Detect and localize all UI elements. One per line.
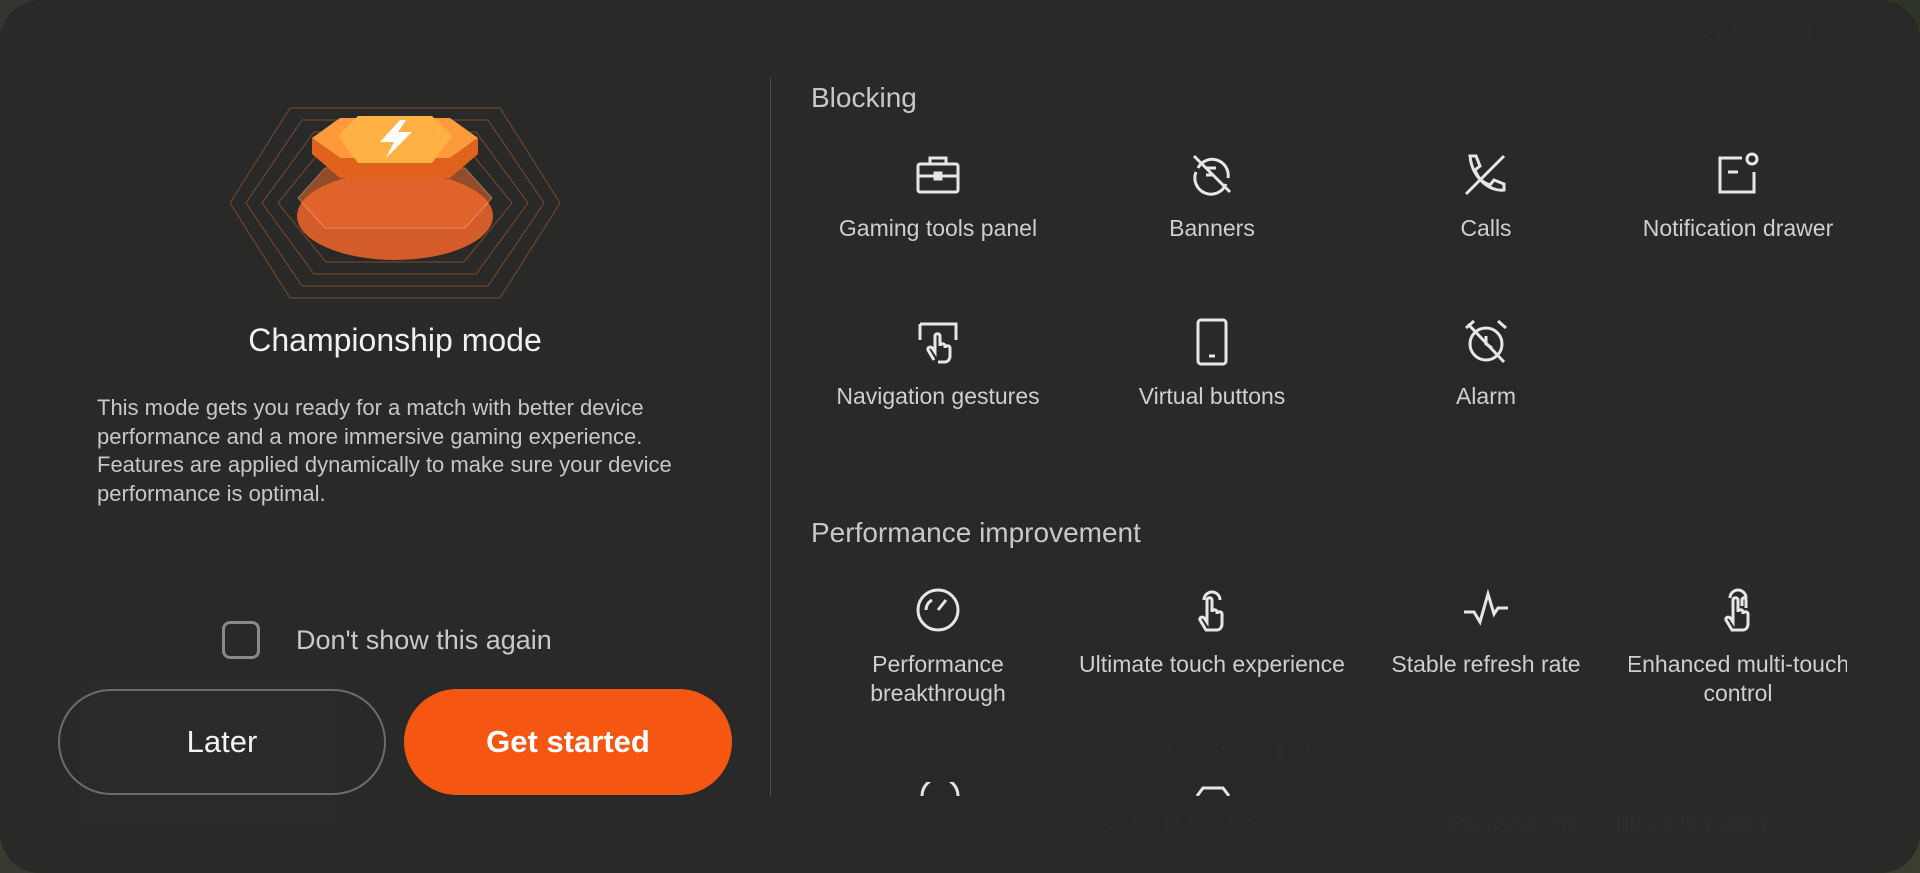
- notification-drawer-icon: [1718, 152, 1759, 194]
- blocking-notification-drawer: Notification drawer: [1603, 148, 1873, 243]
- performance-multi-touch: Enhanced multi-touch control: [1629, 584, 1847, 708]
- feature-label: Performance breakthrough: [870, 651, 1006, 706]
- gesture-icon: [918, 322, 958, 364]
- feature-label: Calls: [1460, 215, 1512, 241]
- banner-off-icon: [1192, 154, 1232, 196]
- feature-label: Navigation gestures: [836, 383, 1040, 409]
- blocking-navigation-gestures: Navigation gestures: [803, 316, 1073, 411]
- feature-label: Alarm: [1455, 383, 1517, 409]
- blocking-virtual-buttons: Virtual buttons: [1077, 316, 1347, 411]
- speedometer-icon: [916, 588, 960, 632]
- get-started-button[interactable]: Get started: [404, 689, 732, 795]
- multi-touch-icon: [1724, 588, 1750, 632]
- briefcase-icon: [1195, 786, 1231, 796]
- performance-stable-refresh: Stable refresh rate: [1351, 584, 1621, 679]
- dialog-description: This mode gets you ready for a match wit…: [97, 395, 672, 506]
- blocking-alarm: Alarm: [1351, 316, 1621, 411]
- briefcase-icon: [916, 156, 960, 194]
- speedometer-icon: [920, 782, 960, 796]
- feature-label: Virtual buttons: [1138, 383, 1286, 409]
- panel-divider: [770, 78, 771, 796]
- dialog-title: Championship mode: [248, 322, 542, 358]
- dont-show-again-checkbox[interactable]: [222, 621, 260, 659]
- blocking-section-title: Blocking: [811, 82, 917, 113]
- performance-ultimate-touch: Ultimate touch experience: [1077, 584, 1347, 679]
- blocking-calls: Calls: [1351, 148, 1621, 243]
- intro-panel: Championship mode This mode gets you rea…: [0, 0, 770, 873]
- phone-icon: [1196, 318, 1228, 366]
- call-off-icon: [1464, 154, 1506, 196]
- feature-label: Enhanced multi-touch control: [1629, 651, 1847, 706]
- performance-section-title: Performance improvement: [811, 517, 1141, 548]
- dont-show-again-label: Don't show this again: [296, 624, 552, 655]
- later-button[interactable]: Later: [58, 689, 386, 795]
- alarm-off-icon: [1465, 319, 1507, 364]
- touch-icon: [1198, 590, 1224, 632]
- blocking-gaming-tools-panel: Gaming tools panel: [803, 148, 1073, 243]
- feature-label: Notification drawer: [1642, 215, 1834, 241]
- championship-hexagon-icon: [230, 107, 560, 299]
- feature-label: Ultimate touch experience: [1079, 651, 1345, 677]
- pulse-icon: [1464, 588, 1508, 626]
- performance-breakthrough: Performance breakthrough: [803, 584, 1073, 708]
- feature-label: Banners: [1169, 215, 1255, 241]
- feature-label: Gaming tools panel: [838, 215, 1038, 241]
- dont-show-again-row[interactable]: Don't show this again: [222, 618, 552, 662]
- feature-label: Stable refresh rate: [1391, 651, 1581, 677]
- championship-mode-dialog: Championship mode This mode gets you rea…: [0, 0, 1920, 873]
- blocking-banners: Banners: [1077, 148, 1347, 243]
